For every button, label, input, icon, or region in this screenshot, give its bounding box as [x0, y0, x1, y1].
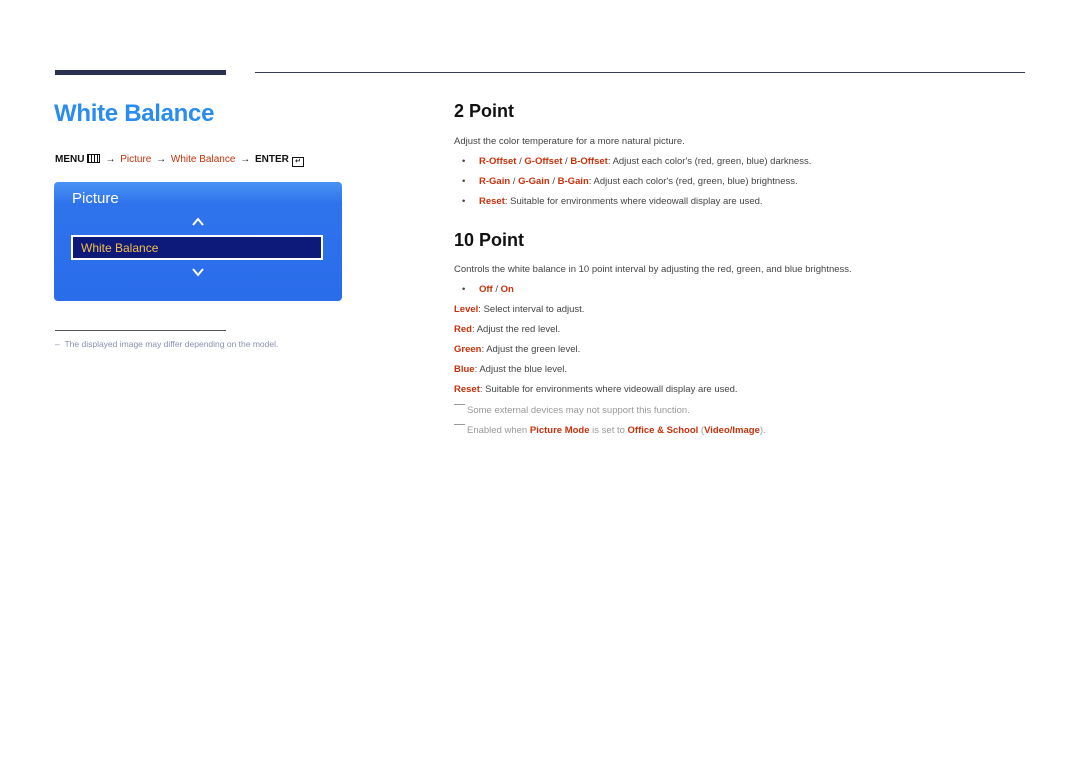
option-off: Off: [479, 284, 493, 295]
note-dash: [454, 404, 465, 405]
section-heading-10-point: 10 Point: [454, 230, 525, 250]
chevron-up-icon[interactable]: [192, 216, 204, 228]
path-picture: Picture: [120, 154, 152, 165]
term: B-Offset: [570, 156, 608, 167]
separator: /: [492, 284, 501, 295]
osd-selected-label: White Balance: [81, 241, 159, 255]
term: G-Gain: [518, 176, 550, 187]
bullet: •: [462, 284, 466, 295]
note: Some external devices may not support th…: [454, 404, 690, 416]
term: B-Gain: [557, 176, 589, 187]
menu-label: MENU: [55, 154, 85, 165]
osd-selected-item[interactable]: White Balance: [71, 235, 323, 260]
setting-row: Level: Select interval to adjust.: [454, 304, 584, 315]
term: Red: [454, 324, 472, 335]
setting-row: Blue: Adjust the blue level.: [454, 364, 567, 375]
term: G-Offset: [524, 156, 563, 167]
term-office-school: Office & School: [627, 425, 699, 436]
note-dash: [454, 424, 465, 425]
description: : Adjust the blue level.: [474, 364, 568, 375]
menu-icon: [87, 154, 101, 163]
header-divider: [255, 72, 1025, 73]
osd-menu-panel: Picture White Balance: [54, 182, 342, 301]
footnote-divider: [55, 330, 226, 331]
list-item: • Reset: Suitable for environments where …: [454, 196, 763, 207]
note-text: ).: [759, 425, 766, 436]
header-accent-bar: [55, 70, 226, 75]
footnote: – The displayed image may differ dependi…: [55, 339, 278, 349]
section-intro: Adjust the color temperature for a more …: [454, 136, 685, 147]
term-picture-mode: Picture Mode: [529, 425, 590, 436]
page-title: White Balance: [54, 100, 215, 127]
term: Reset: [479, 196, 505, 207]
footnote-dash: –: [55, 339, 60, 349]
path-white-balance: White Balance: [170, 154, 236, 165]
list-item: • R-Gain / G-Gain / B-Gain: Adjust each c…: [454, 176, 798, 187]
enter-icon: ↵: [291, 157, 304, 167]
setting-row: Reset: Suitable for environments where v…: [454, 384, 738, 395]
setting-row: Red: Adjust the red level.: [454, 324, 560, 335]
description: : Suitable for environments where videow…: [504, 196, 763, 207]
bullet: •: [462, 176, 466, 187]
chevron-down-icon[interactable]: [192, 266, 204, 278]
description: : Suitable for environments where videow…: [479, 384, 738, 395]
note-text: Enabled when: [467, 425, 530, 436]
description: : Adjust the green level.: [481, 344, 581, 355]
term: R-Gain: [479, 176, 511, 187]
bullet: •: [462, 196, 466, 207]
list-item: • R-Offset / G-Offset / B-Offset: Adjust …: [454, 156, 811, 167]
term: Blue: [454, 364, 475, 375]
arrow: →: [156, 154, 167, 165]
footnote-text: The displayed image may differ depending…: [64, 339, 279, 349]
option-on: On: [500, 284, 514, 295]
note-text: is set to: [589, 425, 628, 436]
arrow: →: [240, 154, 251, 165]
term-video-image: Video/Image: [704, 425, 760, 436]
enter-label: ENTER: [254, 154, 289, 165]
description: : Adjust each color's (red, green, blue)…: [607, 156, 812, 167]
separator: /: [549, 176, 558, 187]
arrow: →: [105, 154, 116, 165]
description: : Adjust the red level.: [471, 324, 561, 335]
term: Green: [454, 344, 482, 355]
term: R-Offset: [479, 156, 517, 167]
osd-header: Picture: [72, 190, 119, 207]
note: Enabled when Picture Mode is set to Offi…: [454, 424, 766, 436]
separator: /: [510, 176, 519, 187]
note-text: Some external devices may not support th…: [467, 405, 690, 416]
term: Level: [454, 304, 479, 315]
section-heading-2-point: 2 Point: [454, 101, 515, 121]
term: Reset: [454, 384, 480, 395]
option-list-item: • Off / On: [454, 284, 514, 295]
description: : Select interval to adjust.: [478, 304, 585, 315]
bullet: •: [462, 156, 466, 167]
section-intro: Controls the white balance in 10 point i…: [454, 264, 852, 275]
description: : Adjust each color's (red, green, blue)…: [588, 176, 798, 187]
menu-path: MENU → Picture → White Balance → ENTER ↵: [55, 154, 304, 167]
setting-row: Green: Adjust the green level.: [454, 344, 580, 355]
